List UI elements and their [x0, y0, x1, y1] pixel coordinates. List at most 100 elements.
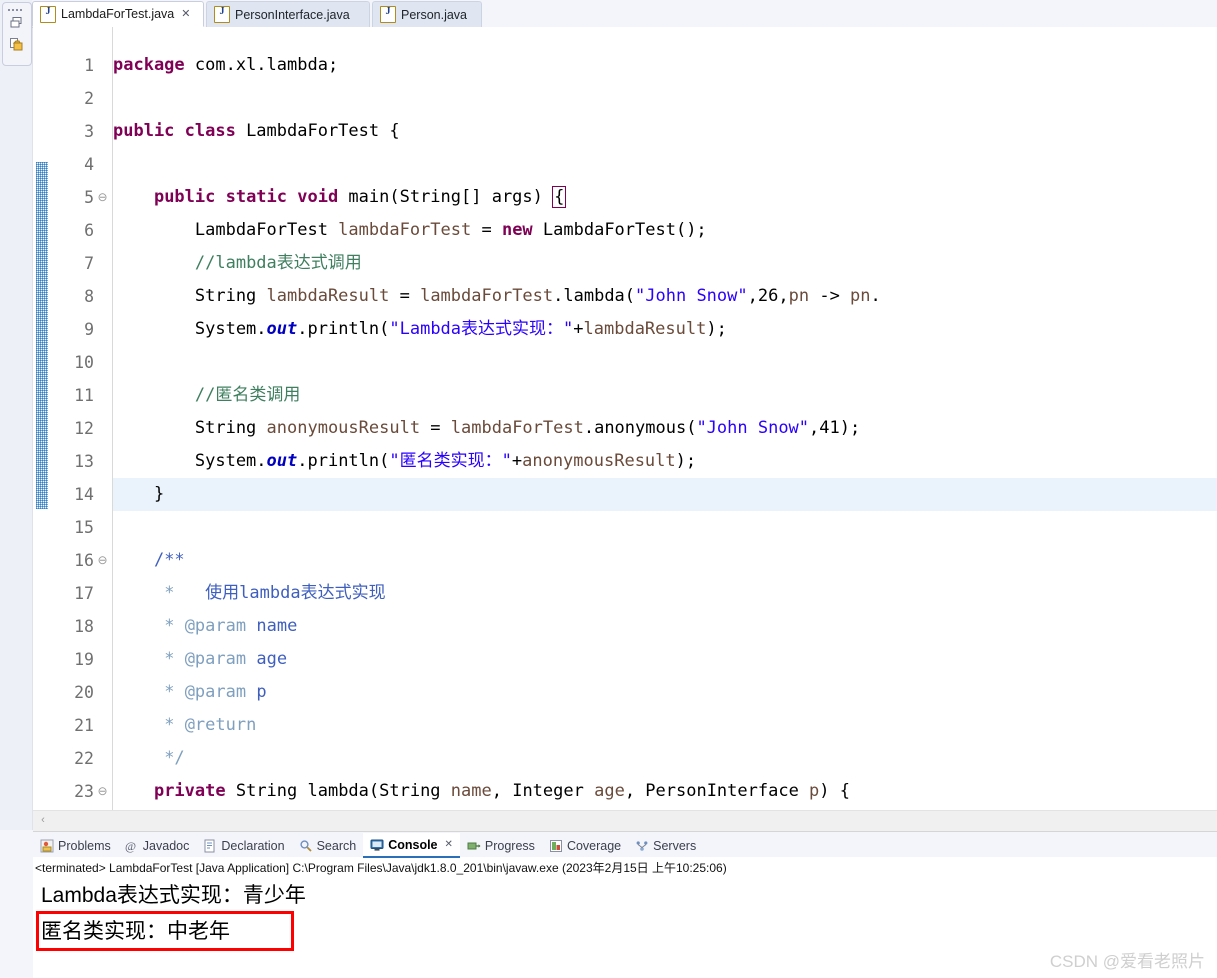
java-file-icon: [380, 6, 396, 23]
progress-icon: [467, 839, 481, 853]
console-tab-label: Search: [316, 838, 357, 853]
editor-tab-personinterface[interactable]: PersonInterface.java: [206, 1, 370, 27]
line-number: 21: [74, 716, 94, 735]
console-tab-search[interactable]: Search: [292, 834, 364, 857]
console-tab-label: Problems: [58, 838, 111, 853]
line-number-gutter: 1 2 3 4 5 ⊖ 6 7 8 9 10 11 12 13 14 15 16 ⊖ 17 18 19 20 21 22 23 ⊖…: [50, 27, 113, 810]
fold-toggle-icon[interactable]: ⊖: [97, 181, 108, 214]
java-file-icon: [40, 5, 56, 23]
eclipse-window: LambdaForTest.java ✕ PersonInterface.jav…: [0, 0, 1217, 978]
console-tab-console[interactable]: Console ✕: [363, 833, 460, 858]
line-number: 17: [74, 584, 94, 603]
line-number: 19: [74, 650, 94, 669]
line-number: 18: [74, 617, 94, 636]
editor-tab-label: PersonInterface.java: [235, 7, 350, 22]
line-number: 22: [74, 749, 94, 768]
method-body-indicator: [36, 162, 48, 509]
code-line-3: public class LambdaForTest {: [113, 121, 400, 141]
console-tab-label: Declaration: [221, 838, 285, 853]
console-output[interactable]: Lambda表达式实现：青少年 匿名类实现：中老年: [35, 878, 1215, 973]
editor-tab-label: LambdaForTest.java: [61, 7, 175, 21]
code-editor[interactable]: 1 2 3 4 5 ⊖ 6 7 8 9 10 11 12 13 14 15 16 ⊖ 17 18 19 20 21 22 23 ⊖…: [33, 27, 1217, 810]
console-tab-label: Progress: [484, 838, 535, 853]
line-number: 8: [84, 287, 94, 306]
close-icon[interactable]: ✕: [445, 839, 453, 850]
console-output-line: 匿名类实现：中老年: [41, 920, 230, 943]
line-number: 9: [84, 320, 94, 339]
code-content[interactable]: package com.xl.lambda; public class Lamb…: [113, 27, 1217, 810]
scroll-left-arrow-icon[interactable]: ‹: [36, 813, 50, 828]
code-line-16: /**: [153, 550, 185, 570]
console-tab-progress[interactable]: Progress: [460, 834, 542, 857]
fold-toggle-icon[interactable]: ⊖: [97, 775, 108, 808]
console-tab-label: Coverage: [566, 838, 622, 853]
code-line-11: //匿名类调用: [194, 385, 301, 405]
editor-tab-lambdafortest[interactable]: LambdaForTest.java ✕: [32, 1, 204, 27]
code-line-9: System.out.println("Lambda表达式实现："+lambda…: [113, 319, 727, 339]
console-status-line: <terminated> LambdaForTest [Java Applica…: [35, 861, 727, 875]
svg-text:@: @: [125, 839, 136, 853]
editor-tab-bar: LambdaForTest.java ✕ PersonInterface.jav…: [32, 0, 1217, 28]
minimized-views-rail: [0, 0, 33, 830]
editor-tab-label: Person.java: [401, 7, 468, 22]
servers-icon: [635, 839, 649, 853]
console-tab-servers[interactable]: Servers: [628, 834, 703, 857]
package-explorer-icon[interactable]: [9, 37, 25, 53]
code-line-18: * @param name: [164, 616, 298, 636]
code-line-6: LambdaForTest lambdaForTest = new Lambda…: [113, 220, 707, 240]
code-line-17: * 使用lambda表达式实现: [164, 583, 386, 603]
line-number: 23: [74, 782, 94, 801]
code-line-5: public static void main(String[] args) {: [153, 186, 567, 208]
minimized-view-stack[interactable]: [2, 2, 32, 66]
java-file-icon: [214, 6, 230, 23]
fold-toggle-icon[interactable]: ⊖: [97, 544, 108, 577]
console-tab-javadoc[interactable]: @ Javadoc: [118, 834, 197, 857]
editor-tab-person[interactable]: Person.java: [372, 1, 482, 27]
line-number: 10: [74, 353, 94, 372]
line-number: 2: [84, 89, 94, 108]
line-number: 15: [74, 518, 94, 537]
console-tab-declaration[interactable]: Declaration: [196, 834, 291, 857]
line-number: 5: [84, 188, 94, 207]
console-icon: [370, 838, 384, 852]
line-number: 20: [74, 683, 94, 702]
console-tab-problems[interactable]: Problems: [33, 834, 118, 857]
line-number: 3: [84, 122, 94, 141]
line-number: 7: [84, 254, 94, 273]
restore-view-icon[interactable]: [9, 15, 25, 31]
code-line-13: System.out.println("匿名类实现："+anonymousRes…: [113, 451, 697, 471]
drag-handle-dots[interactable]: [8, 7, 26, 12]
line-number: 13: [74, 452, 94, 471]
console-tab-label: Servers: [653, 838, 697, 853]
code-line-1: package com.xl.lambda;: [113, 55, 339, 75]
console-tab-label: Javadoc: [142, 838, 190, 853]
problems-icon: [40, 839, 54, 853]
line-number: 12: [74, 419, 94, 438]
line-number: 14: [74, 485, 94, 504]
console-tab-coverage[interactable]: Coverage: [542, 834, 628, 857]
code-line-7: //lambda表达式调用: [194, 253, 362, 273]
line-number: 1: [84, 56, 94, 75]
coverage-icon: [549, 839, 563, 853]
line-number: 4: [84, 155, 94, 174]
line-number: 11: [74, 386, 94, 405]
editor-marker-gutter[interactable]: [33, 27, 51, 810]
code-line-19: * @param age: [164, 649, 288, 669]
declaration-icon: [203, 839, 217, 853]
code-line-8: String lambdaResult = lambdaForTest.lamb…: [113, 286, 881, 306]
console-panel: Problems @ Javadoc Declaration Search Console…: [33, 833, 1217, 978]
console-tab-bar: Problems @ Javadoc Declaration Search Console…: [33, 833, 1217, 858]
code-line-23: private String lambda(String name, Integ…: [153, 781, 851, 801]
close-icon[interactable]: ✕: [181, 8, 190, 20]
console-tab-label: Console: [388, 837, 438, 852]
editor-horizontal-scrollbar[interactable]: ‹: [33, 810, 1217, 832]
code-line-12: String anonymousResult = lambdaForTest.a…: [113, 418, 861, 438]
code-line-22: */: [164, 748, 185, 768]
code-line-21: * @return: [164, 715, 257, 735]
search-icon: [299, 839, 313, 853]
code-line-20: * @param p: [164, 682, 267, 702]
